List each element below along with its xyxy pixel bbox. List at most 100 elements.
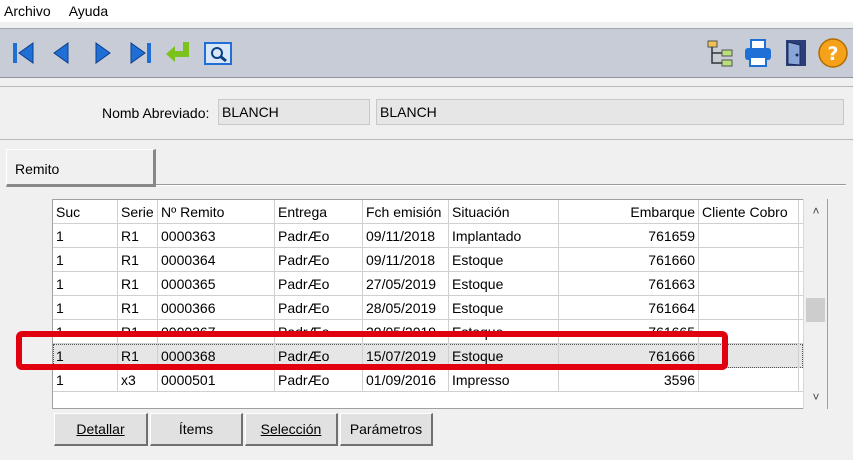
table-cell	[699, 368, 799, 392]
table-cell	[699, 320, 799, 344]
exit-door-icon[interactable]	[780, 37, 812, 69]
table-cell: 09/11/2018	[363, 248, 449, 272]
table-row[interactable]: 1 R1 0000368 PadrÆo 15/07/2019 Estoque 761666	[53, 344, 803, 368]
table-cell: R1	[118, 272, 158, 296]
parametros-button[interactable]: Parámetros	[340, 413, 433, 446]
detallar-label: Detallar	[76, 421, 125, 437]
next-record-icon[interactable]	[86, 37, 118, 69]
table-cell: Estoque	[449, 248, 559, 272]
table-row[interactable]: 1 x3 0000501 PadrÆo 01/09/2016 Impresso 3596	[53, 368, 803, 392]
table-cell: 0000363	[158, 224, 275, 248]
table-cell: R1	[118, 320, 158, 344]
table-cell: PadrÆo	[275, 248, 363, 272]
table-cell: 761664	[559, 296, 699, 320]
table-cell: 1	[53, 344, 118, 368]
table-cell: Estoque	[449, 344, 559, 368]
table-cell	[699, 272, 799, 296]
table-cell: 15/07/2019	[363, 344, 449, 368]
table-cell: 0000368	[158, 344, 275, 368]
parametros-label: Parámetros	[349, 421, 423, 437]
seleccion-button[interactable]: Selección	[245, 413, 338, 446]
menu-ayuda[interactable]: Ayuda	[69, 3, 108, 19]
nomb-abreviado-field[interactable]: BLANCH	[218, 99, 370, 125]
column-header: Situación	[449, 200, 559, 224]
svg-text:?: ?	[827, 43, 838, 65]
remitos-table: Suc Serie Nº Remito Entrega Fch emisión Situa…	[52, 199, 828, 409]
table-cell: 761660	[559, 248, 699, 272]
last-record-icon[interactable]	[124, 37, 156, 69]
table-cell: 0000367	[158, 320, 275, 344]
help-icon[interactable]: ?	[817, 37, 849, 69]
table-cell: PadrÆo	[275, 320, 363, 344]
table-row[interactable]: 1 R1 0000367 PadrÆo 29/05/2019 Estoque 761665	[53, 320, 803, 344]
table-cell: Estoque	[449, 296, 559, 320]
table-cell: Implantado	[449, 224, 559, 248]
table-cell: 09/11/2018	[363, 224, 449, 248]
preview-icon[interactable]	[202, 37, 234, 69]
table-cell	[699, 224, 799, 248]
table-cell: PadrÆo	[275, 368, 363, 392]
table-cell: 0000364	[158, 248, 275, 272]
first-record-icon[interactable]	[8, 37, 40, 69]
column-header: Nº Remito	[158, 200, 275, 224]
table-cell: Impresso	[449, 368, 559, 392]
scroll-thumb[interactable]	[806, 298, 825, 322]
menu-archivo[interactable]: Archivo	[4, 3, 51, 19]
column-header: Embarque	[559, 200, 699, 224]
tab-remito[interactable]: Remito	[6, 149, 156, 187]
table-cell: 1	[53, 248, 118, 272]
table-cell: 1	[53, 320, 118, 344]
table-header[interactable]: Suc Serie Nº Remito Entrega Fch emisión Situa…	[53, 200, 803, 224]
nomb-description-field: BLANCH	[376, 99, 844, 125]
table-cell: 1	[53, 224, 118, 248]
tree-icon[interactable]	[704, 37, 736, 69]
toolbar: ?	[0, 28, 853, 78]
table-cell: 0000365	[158, 272, 275, 296]
table-cell: PadrÆo	[275, 344, 363, 368]
menu-bar: Archivo Ayuda	[0, 0, 853, 22]
seleccion-label: Selección	[260, 421, 322, 437]
table-cell: 761665	[559, 320, 699, 344]
table-row[interactable]: 1 R1 0000364 PadrÆo 09/11/2018 Estoque 761660	[53, 248, 803, 272]
items-button[interactable]: Ítems	[150, 413, 243, 446]
table-row[interactable]: 1 R1 0000366 PadrÆo 28/05/2019 Estoque 761664	[53, 296, 803, 320]
table-cell: 1	[53, 296, 118, 320]
table-cell	[699, 344, 799, 368]
table-cell: x3	[118, 368, 158, 392]
table-cell: R1	[118, 248, 158, 272]
table-cell: 761659	[559, 224, 699, 248]
tab-divider	[156, 184, 846, 186]
table-cell: R1	[118, 224, 158, 248]
table-cell: Estoque	[449, 320, 559, 344]
table-cell: 0000501	[158, 368, 275, 392]
table-cell: R1	[118, 344, 158, 368]
table-cell: 27/05/2019	[363, 272, 449, 296]
table-cell	[699, 248, 799, 272]
column-header: Suc	[53, 200, 118, 224]
scroll-up-icon[interactable]: ˄	[808, 203, 824, 219]
column-header: Entrega	[275, 200, 363, 224]
column-header: Serie	[118, 200, 158, 224]
printer-icon[interactable]	[742, 37, 774, 69]
detallar-button[interactable]: Detallar	[54, 413, 148, 446]
table-scrollbar[interactable]: ˄ ˅	[803, 199, 827, 409]
table-cell: 29/05/2019	[363, 320, 449, 344]
table-cell: 01/09/2016	[363, 368, 449, 392]
table-cell	[699, 296, 799, 320]
return-icon[interactable]	[162, 37, 194, 69]
table-row[interactable]: 1 R1 0000363 PadrÆo 09/11/2018 Implantado 7616…	[53, 224, 803, 248]
table-cell: 761666	[559, 344, 699, 368]
table-cell: PadrÆo	[275, 224, 363, 248]
nomb-abreviado-label: Nomb Abreviado:	[102, 105, 210, 121]
table-cell: 1	[53, 368, 118, 392]
filter-panel: Nomb Abreviado: BLANCH BLANCH	[0, 86, 853, 140]
table-cell: 28/05/2019	[363, 296, 449, 320]
previous-record-icon[interactable]	[46, 37, 78, 69]
table-cell: PadrÆo	[275, 296, 363, 320]
table-cell: 3596	[559, 368, 699, 392]
table-cell: PadrÆo	[275, 272, 363, 296]
table-cell: 761663	[559, 272, 699, 296]
table-row[interactable]: 1 R1 0000365 PadrÆo 27/05/2019 Estoque 761663	[53, 272, 803, 296]
scroll-down-icon[interactable]: ˅	[808, 389, 824, 405]
items-label: Ítems	[178, 421, 214, 437]
